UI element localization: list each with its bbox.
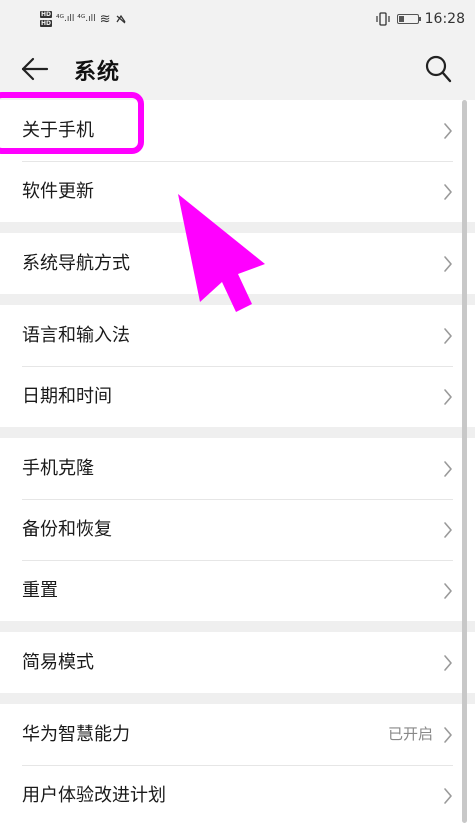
group-divider — [0, 294, 475, 305]
status-bar: HD HD ⁴ᴳ.ıll ⁴ᴳ.ıll ≋ 16:28 — [0, 0, 475, 38]
group-divider — [0, 621, 475, 632]
chevron-right-icon — [443, 388, 453, 406]
battery-level — [398, 16, 404, 22]
chevron-right-icon — [443, 122, 453, 140]
settings-item[interactable]: 用户体验改进计划 — [0, 765, 475, 826]
settings-group: 华为智慧能力 已开启用户体验改进计划 — [0, 704, 475, 826]
chevron-right-icon — [443, 582, 453, 600]
chevron-right-icon — [443, 327, 453, 345]
app-header: 系统 — [0, 38, 475, 100]
settings-item[interactable]: 备份和恢复 — [0, 499, 475, 560]
wifi-icon: ≋ — [99, 11, 111, 27]
settings-group: 简易模式 — [0, 632, 475, 693]
settings-group: 手机克隆备份和恢复重置 — [0, 438, 475, 621]
group-divider — [0, 222, 475, 233]
group-divider — [0, 427, 475, 438]
settings-item-label: 软件更新 — [22, 181, 94, 202]
hd-icon: HD — [40, 20, 53, 27]
scrollbar[interactable] — [462, 100, 467, 823]
signal-icon: ⁴ᴳ.ıll ⁴ᴳ.ıll — [56, 14, 96, 24]
settings-group: 语言和输入法 日期和时间 — [0, 305, 475, 427]
settings-item-label: 重置 — [22, 580, 58, 601]
hd-badges: HD HD — [40, 11, 53, 27]
back-arrow-icon[interactable] — [20, 55, 50, 83]
settings-item[interactable]: 关于手机 — [0, 100, 475, 161]
settings-item-label: 日期和时间 — [22, 386, 112, 407]
clock: 16:28 — [424, 11, 465, 27]
group-divider — [0, 693, 475, 704]
settings-item-label: 手机克隆 — [22, 458, 94, 479]
settings-item-label: 华为智慧能力 — [22, 724, 130, 745]
settings-item[interactable]: 华为智慧能力 已开启 — [0, 704, 475, 765]
chevron-right-icon — [443, 255, 453, 273]
settings-list: 关于手机 软件更新 系统导航方式 语言和输入法 日期和时间 手机克隆 备份和恢复 重置 简易模式… — [0, 100, 475, 826]
hd-icon: HD — [40, 11, 53, 18]
chevron-right-icon — [443, 726, 453, 744]
chevron-right-icon — [443, 654, 453, 672]
search-icon[interactable] — [424, 54, 452, 84]
settings-item-label: 备份和恢复 — [22, 519, 112, 540]
settings-item-label: 系统导航方式 — [22, 253, 130, 274]
settings-item[interactable]: 软件更新 — [0, 161, 475, 222]
settings-item[interactable]: 语言和输入法 — [0, 305, 475, 366]
settings-item-label: 关于手机 — [22, 120, 94, 141]
chevron-right-icon — [443, 460, 453, 478]
settings-item[interactable]: 手机克隆 — [0, 438, 475, 499]
settings-item[interactable]: 简易模式 — [0, 632, 475, 693]
battery-icon — [396, 14, 421, 24]
settings-item[interactable]: 重置 — [0, 560, 475, 621]
settings-item-label: 用户体验改进计划 — [22, 785, 166, 806]
settings-item[interactable]: 日期和时间 — [0, 366, 475, 427]
settings-group: 系统导航方式 — [0, 233, 475, 294]
no-data-icon — [115, 14, 126, 24]
page-title: 系统 — [74, 60, 121, 85]
settings-item-value: 已开启 — [387, 725, 433, 743]
status-left: HD HD ⁴ᴳ.ıll ⁴ᴳ.ıll ≋ — [40, 6, 127, 32]
vibrate-icon — [376, 12, 390, 26]
settings-item-label: 简易模式 — [22, 652, 94, 673]
status-right: 16:28 — [375, 9, 465, 29]
chevron-right-icon — [443, 183, 453, 201]
settings-item-label: 语言和输入法 — [22, 325, 130, 346]
chevron-right-icon — [443, 521, 453, 539]
settings-item[interactable]: 系统导航方式 — [0, 233, 475, 294]
chevron-right-icon — [443, 787, 453, 805]
settings-group: 关于手机 软件更新 — [0, 100, 475, 222]
